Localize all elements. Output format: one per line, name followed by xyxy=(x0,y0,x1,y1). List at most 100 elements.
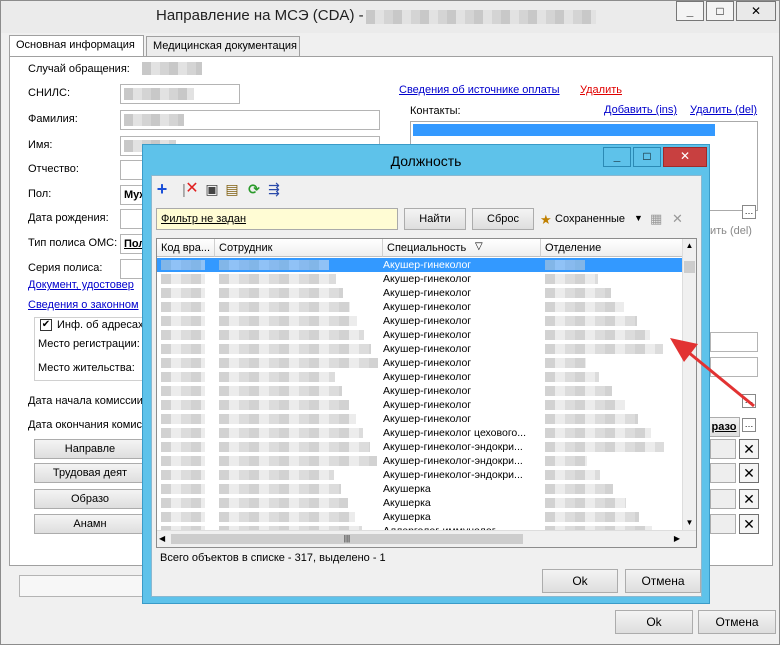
dialog-toolbar: + | ✕ ▣ ▤ ⟳ ⇶ xyxy=(152,176,701,202)
table-row[interactable]: Акушер-гинеколог xyxy=(157,398,684,412)
specialty-cell: Акушерка xyxy=(383,483,431,495)
save-filter-icon[interactable]: ▦ xyxy=(650,211,662,227)
address-checkbox[interactable]: ✔ xyxy=(40,319,52,331)
commission-end-ellipsis[interactable]: … xyxy=(742,418,756,432)
column-header-employee[interactable]: Сотрудник xyxy=(215,239,383,257)
specialty-cell: Акушер-гинеколог-эндокри... xyxy=(383,469,523,481)
employee-cell xyxy=(219,386,342,396)
referral-button[interactable]: Направле xyxy=(34,439,146,459)
anamnesis-side-field[interactable] xyxy=(710,514,736,534)
find-button[interactable]: Найти xyxy=(404,208,466,230)
edit-properties-icon[interactable]: ▣ xyxy=(204,181,220,197)
referral-remove-button[interactable]: ✕ xyxy=(739,439,759,459)
scroll-up-icon[interactable]: ▲ xyxy=(683,239,696,253)
maximize-button[interactable]: □ xyxy=(706,1,734,21)
dialog-ok-button[interactable]: Ok xyxy=(542,569,618,593)
education-button[interactable]: Образо xyxy=(34,489,146,509)
contacts-label: Контакты: xyxy=(410,105,461,117)
referral-side-field[interactable] xyxy=(710,439,736,459)
table-row[interactable]: Акушер-гинеколог xyxy=(157,258,684,272)
education-side-field[interactable] xyxy=(710,489,736,509)
table-row[interactable]: Акушерка xyxy=(157,510,684,524)
scroll-left-icon[interactable]: ◀ xyxy=(159,534,165,543)
main-ok-button[interactable]: Ok xyxy=(615,610,693,634)
table-row[interactable]: Акушер-гинеколог xyxy=(157,272,684,286)
case-label: Случай обращения: xyxy=(28,63,130,75)
dialog-maximize-button[interactable]: □ xyxy=(633,147,661,167)
positions-grid[interactable]: Код вра... Сотрудник Специальность ▽ Отде… xyxy=(156,238,697,548)
column-header-department[interactable]: Отделение xyxy=(541,239,686,257)
dialog-close-button[interactable]: ✕ xyxy=(663,147,707,167)
export-icon[interactable]: ⇶ xyxy=(266,181,282,197)
payment-delete-link[interactable]: Удалить xyxy=(580,84,622,96)
specialty-cell: Акушер-гинеколог-эндокри... xyxy=(383,455,523,467)
tab-medical-docs[interactable]: Медицинская документация xyxy=(146,36,300,56)
copy-icon[interactable]: ▤ xyxy=(224,181,240,197)
payment-source-link[interactable]: Сведения об источнике оплаты xyxy=(399,84,560,96)
delete-contact-link-2[interactable]: ить (del) xyxy=(710,225,752,237)
close-button[interactable]: ✕ xyxy=(736,1,776,21)
dialog-body: + | ✕ ▣ ▤ ⟳ ⇶ Фильтр не задан Найти Сбро… xyxy=(151,175,702,597)
table-row[interactable]: Акушер-гинеколог цехового... xyxy=(157,426,684,440)
table-row[interactable]: Акушер-гинеколог-эндокри... xyxy=(157,440,684,454)
horizontal-scroll-thumb[interactable]: ||| xyxy=(171,534,523,544)
lastname-label: Фамилия: xyxy=(28,113,78,125)
firstname-label: Имя: xyxy=(28,139,53,151)
contacts-row-selected[interactable] xyxy=(413,124,715,136)
delete-contact-link[interactable]: Удалить (del) xyxy=(690,104,757,116)
table-row[interactable]: Акушер-гинеколог xyxy=(157,300,684,314)
dialog-cancel-button[interactable]: Отмена xyxy=(625,569,701,593)
table-row[interactable]: Акушер-гинеколог xyxy=(157,356,684,370)
table-row[interactable]: Акушер-гинеколог-эндокри... xyxy=(157,454,684,468)
anamnesis-button[interactable]: Анамн xyxy=(34,514,146,534)
table-row[interactable]: Акушерка xyxy=(157,482,684,496)
filter-field[interactable]: Фильтр не задан xyxy=(156,208,398,230)
reset-button[interactable]: Сброс xyxy=(472,208,534,230)
tab-main-info[interactable]: Основная информация xyxy=(9,35,144,57)
table-row[interactable]: Акушер-гинеколог xyxy=(157,412,684,426)
table-row[interactable]: Акушер-гинеколог xyxy=(157,370,684,384)
position-dialog: Должность _ □ ✕ + | ✕ ▣ ▤ ⟳ ⇶ Фильтр не … xyxy=(142,144,710,604)
employee-cell xyxy=(219,498,348,508)
work-side-field[interactable] xyxy=(710,463,736,483)
anamnesis-remove-button[interactable]: ✕ xyxy=(739,514,759,534)
table-row[interactable]: Акушер-гинеколог xyxy=(157,342,684,356)
table-row[interactable]: Акушер-гинеколог xyxy=(157,286,684,300)
employee-cell xyxy=(219,274,336,284)
add-contact-link[interactable]: Добавить (ins) xyxy=(604,104,677,116)
saved-filters-dropdown[interactable]: Сохраненные xyxy=(555,213,625,225)
scroll-right-icon[interactable]: ▶ xyxy=(674,534,680,543)
lastname-field[interactable] xyxy=(120,110,380,130)
refresh-icon[interactable]: ⟳ xyxy=(246,181,262,197)
delete-icon[interactable]: ✕ xyxy=(184,181,200,197)
education-remove-button[interactable]: ✕ xyxy=(739,489,759,509)
legal-rep-link[interactable]: Сведения о законном xyxy=(28,299,139,311)
table-row[interactable]: Акушер-гинеколог-эндокри... xyxy=(157,468,684,482)
work-remove-button[interactable]: ✕ xyxy=(739,463,759,483)
table-row[interactable]: Акушер-гинеколог xyxy=(157,314,684,328)
specialty-cell: Акушер-гинеколог xyxy=(383,399,472,411)
main-cancel-button[interactable]: Отмена xyxy=(698,610,776,634)
minimize-button[interactable]: _ xyxy=(676,1,704,21)
table-row[interactable]: Акушер-гинеколог xyxy=(157,328,684,342)
clear-filter-icon[interactable]: ✕ xyxy=(672,211,683,227)
dialog-minimize-button[interactable]: _ xyxy=(603,147,631,167)
ellipsis-button[interactable]: … xyxy=(742,205,756,219)
table-row[interactable]: Акушер-гинеколог xyxy=(157,384,684,398)
column-header-code[interactable]: Код вра... xyxy=(157,239,215,257)
vertical-scroll-thumb[interactable] xyxy=(684,261,695,273)
code-cell xyxy=(161,498,205,508)
work-activity-button[interactable]: Трудовая деят xyxy=(34,463,146,483)
id-document-link[interactable]: Документ, удостовер xyxy=(28,279,134,291)
column-header-specialty[interactable]: Специальность ▽ xyxy=(383,239,541,257)
add-icon[interactable]: + xyxy=(154,180,170,198)
snils-field[interactable] xyxy=(120,84,240,104)
education-short-button[interactable]: разо xyxy=(708,417,740,437)
table-row[interactable]: Акушерка xyxy=(157,496,684,510)
scroll-down-icon[interactable]: ▼ xyxy=(683,516,696,530)
chevron-down-icon[interactable]: ▼ xyxy=(634,213,643,223)
specialty-cell: Акушер-гинеколог xyxy=(383,413,472,425)
specialty-cell: Акушер-гинеколог-эндокри... xyxy=(383,441,523,453)
horizontal-scrollbar[interactable]: ◀ ||| ▶ xyxy=(157,530,696,547)
employee-cell xyxy=(219,288,343,298)
